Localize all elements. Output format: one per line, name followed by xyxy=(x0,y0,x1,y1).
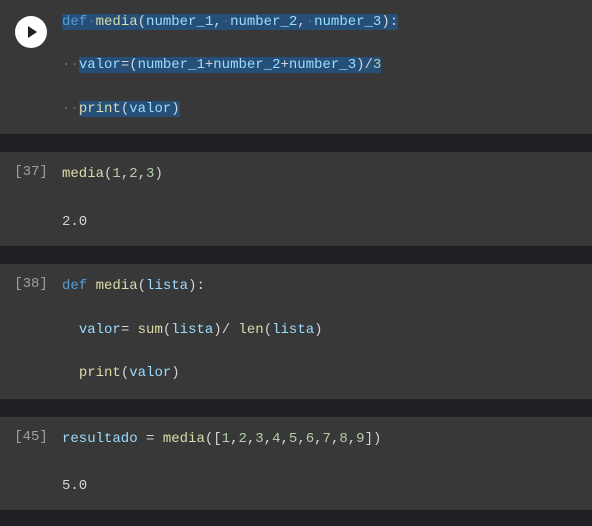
cell-output: 5.0 xyxy=(0,464,592,510)
code-cell[interactable]: def·media(number_1,·number_2,·number_3):… xyxy=(0,0,592,134)
play-icon xyxy=(28,26,37,38)
code-cell[interactable]: [37] media(1,2,3) 2.0 xyxy=(0,152,592,246)
cell-gutter: [45] xyxy=(0,417,62,445)
cell-gutter: [38] xyxy=(0,264,62,292)
code-editor[interactable]: resultado = media([1,2,3,4,5,6,7,8,9]) xyxy=(62,417,592,465)
code-editor[interactable]: def media(lista): valor= sum(lista)/ len… xyxy=(62,264,592,398)
code-editor[interactable]: def·media(number_1,·number_2,·number_3):… xyxy=(62,0,592,134)
execution-count: [45] xyxy=(14,429,48,445)
output-text: 2.0 xyxy=(62,214,87,230)
run-button[interactable] xyxy=(15,16,47,48)
cell-output: 2.0 xyxy=(0,200,592,246)
execution-count: [37] xyxy=(14,164,48,180)
code-cell[interactable]: [38] def media(lista): valor= sum(lista)… xyxy=(0,264,592,398)
cell-gutter: [37] xyxy=(0,152,62,180)
function-name: media xyxy=(96,14,138,30)
code-editor[interactable]: media(1,2,3) xyxy=(62,152,592,200)
keyword-def: def xyxy=(62,14,87,30)
execution-count: [38] xyxy=(14,276,48,292)
code-cell[interactable]: [45] resultado = media([1,2,3,4,5,6,7,8,… xyxy=(0,417,592,511)
output-text: 5.0 xyxy=(62,478,87,494)
cell-gutter xyxy=(0,0,62,48)
